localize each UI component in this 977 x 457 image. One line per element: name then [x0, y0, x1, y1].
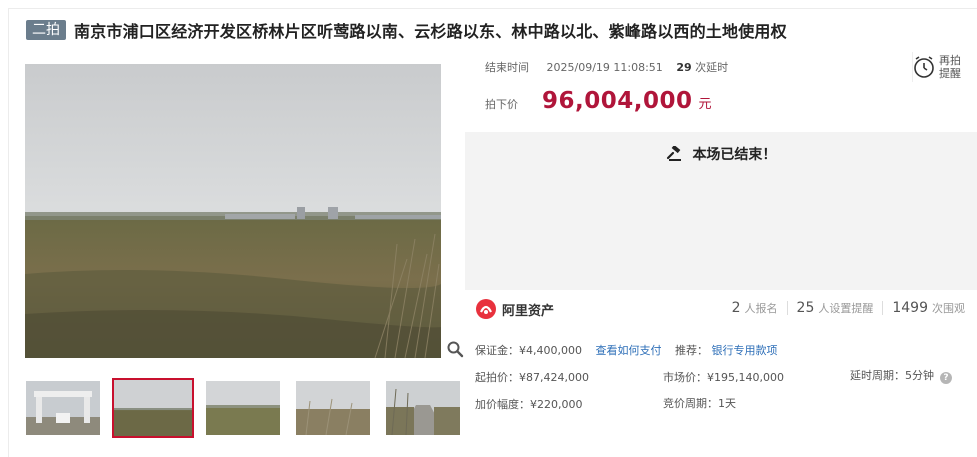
ended-message: 本场已结束！	[692, 147, 777, 163]
thumbnail-4[interactable]	[296, 381, 370, 435]
thumbnail-3[interactable]	[206, 381, 280, 435]
delay-period: 延时周期：5分钟	[850, 369, 934, 382]
question-icon[interactable]: ?	[940, 372, 952, 384]
thumbnail-2-selected[interactable]	[112, 378, 194, 438]
registered-label: 人报名	[744, 302, 778, 315]
thumbnail-1[interactable]	[26, 381, 100, 435]
increment: 加价幅度：¥220,000	[475, 398, 583, 411]
recommend-label: 推荐：	[674, 344, 708, 357]
remind-button[interactable]: 再拍提醒	[912, 52, 965, 82]
deposit-row: 保证金：¥4,400,000 查看如何支付 推荐： 银行专用款项	[475, 342, 777, 358]
auction-ended-panel: 本场已结束！	[465, 132, 977, 290]
deposit: 保证金：¥4,400,000	[475, 344, 582, 357]
remind-label: 再拍提醒	[939, 54, 961, 80]
delay-period-row: 延时周期：5分钟?	[850, 367, 952, 384]
price-unit: 元	[698, 97, 712, 112]
delay-count: 29	[676, 61, 692, 74]
reminders-label: 人设置提醒	[818, 302, 874, 315]
views-count: 1499	[892, 300, 928, 316]
start-price: 起拍价：¥87,424,000	[475, 371, 589, 384]
divider	[882, 301, 884, 315]
registered-count: 2	[731, 300, 741, 316]
auction-round-badge: 二拍	[26, 20, 66, 40]
ended-message-row: 本场已结束！	[465, 144, 977, 164]
alarm-clock-icon	[914, 56, 934, 78]
bank-account-link[interactable]: 银行专用款项	[711, 344, 777, 357]
thumbnail-5[interactable]	[386, 381, 460, 435]
auction-info: 结束时间 2025/09/19 11:08:51 29 次延时 再拍提醒 拍下价…	[465, 52, 977, 132]
views-label: 次围观	[932, 302, 965, 315]
gavel-icon	[666, 144, 681, 161]
delay-label: 次延时	[695, 61, 729, 74]
title-row: 二拍 南京市浦口区经济开发区桥林片区听莺路以南、云杉路以东、林中路以北、紫峰路以…	[26, 18, 787, 42]
end-time-label: 结束时间	[485, 61, 529, 74]
final-price-row: 拍下价 96,004,000 元	[485, 88, 712, 114]
platform-name: 阿里资产	[502, 303, 555, 319]
stats-bar: 阿里资产 2 人报名 25 人设置提醒 1499 次围观	[465, 290, 977, 330]
thumbnail-strip	[26, 378, 476, 438]
market-price: 市场价：¥195,140,000	[663, 371, 784, 384]
end-time-value: 2025/09/19 11:08:51	[546, 61, 663, 74]
platform-logo: 阿里资产	[475, 298, 554, 320]
how-to-pay-link[interactable]: 查看如何支付	[595, 344, 661, 357]
end-time-row: 结束时间 2025/09/19 11:08:51 29 次延时	[485, 59, 728, 75]
main-photo[interactable]	[25, 64, 441, 358]
magnifier-icon[interactable]	[446, 340, 464, 358]
final-price-label: 拍下价	[485, 98, 518, 111]
divider	[786, 301, 788, 315]
reminders-count: 25	[796, 300, 815, 316]
stats-counts: 2 人报名 25 人设置提醒 1499 次围观	[732, 300, 965, 316]
bid-period: 竞价周期：1天	[663, 397, 736, 410]
ali-asset-logo-icon	[476, 299, 496, 319]
lot-title: 南京市浦口区经济开发区桥林片区听莺路以南、云杉路以东、林中路以北、紫峰路以西的土…	[74, 22, 787, 41]
final-price-value: 96,004,000	[542, 88, 693, 114]
